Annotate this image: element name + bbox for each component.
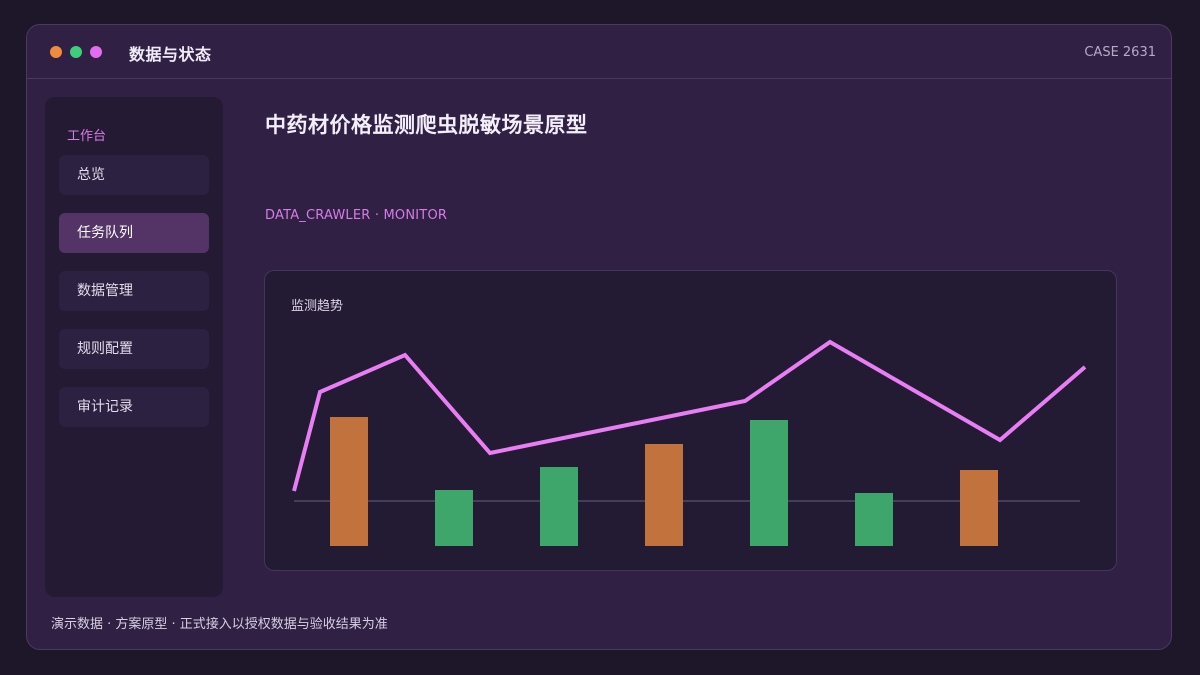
page-title: 中药材价格监测爬虫脱敏场景原型 bbox=[265, 113, 588, 137]
footer-note: 演示数据 · 方案原型 · 正式接入以授权数据与验收结果为准 bbox=[51, 617, 388, 632]
chart-bar bbox=[750, 420, 788, 546]
sidebar-item-label: 总览 bbox=[77, 167, 105, 183]
sidebar: 工作台 总览 任务队列 数据管理 规则配置 审计记录 bbox=[45, 97, 223, 597]
chart-bar bbox=[435, 490, 473, 546]
chart-bar bbox=[540, 467, 578, 546]
sidebar-header: 工作台 bbox=[67, 129, 107, 144]
window-dot-orange bbox=[50, 46, 62, 58]
case-id: CASE 2631 bbox=[1084, 45, 1156, 60]
sidebar-item-data-management[interactable]: 数据管理 bbox=[59, 271, 209, 311]
chart-bar bbox=[960, 470, 998, 546]
sidebar-item-label: 数据管理 bbox=[77, 283, 133, 299]
app-window: 数据与状态 CASE 2631 工作台 总览 任务队列 数据管理 规则配置 审计… bbox=[26, 24, 1172, 650]
sidebar-item-rule-config[interactable]: 规则配置 bbox=[59, 329, 209, 369]
sidebar-item-label: 审计记录 bbox=[77, 399, 133, 415]
chart-trend-line bbox=[292, 339, 1087, 492]
chart-bar bbox=[855, 493, 893, 546]
sidebar-item-overview[interactable]: 总览 bbox=[59, 155, 209, 195]
window-dot-purple bbox=[90, 46, 102, 58]
trend-chart bbox=[292, 339, 1087, 546]
sidebar-item-audit-log[interactable]: 审计记录 bbox=[59, 387, 209, 427]
sidebar-item-label: 任务队列 bbox=[77, 225, 133, 241]
window-dot-green bbox=[70, 46, 82, 58]
chart-bar bbox=[330, 417, 368, 546]
sidebar-item-label: 规则配置 bbox=[77, 341, 133, 357]
page-subtitle: DATA_CRAWLER · MONITOR bbox=[265, 208, 448, 223]
trend-chart-card: 监测趋势 bbox=[264, 270, 1117, 571]
sidebar-item-task-queue[interactable]: 任务队列 bbox=[59, 213, 209, 253]
chart-bar bbox=[645, 444, 683, 546]
app-title: 数据与状态 bbox=[129, 45, 212, 64]
title-bar: 数据与状态 CASE 2631 bbox=[27, 25, 1171, 79]
